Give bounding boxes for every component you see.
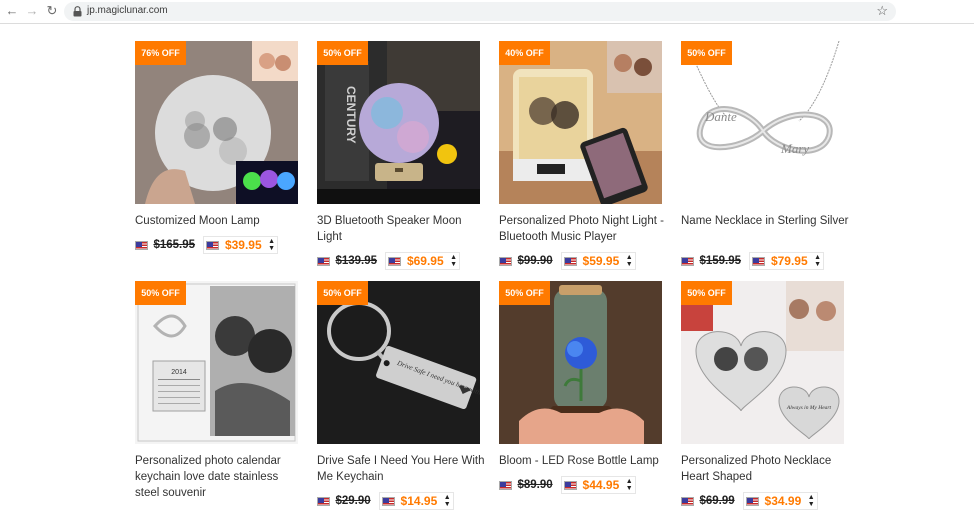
discount-badge: 50% OFF [499,281,550,305]
us-flag-icon [564,256,578,266]
product-title[interactable]: Customized Moon Lamp [135,213,305,229]
address-bar[interactable]: jp.magiclunar.com ☆ [64,2,896,21]
currency-selector[interactable]: $44.95 ▲ ▼ [561,476,636,494]
back-arrow-icon[interactable]: ← [4,3,20,19]
url-text: jp.magiclunar.com [87,5,168,16]
price-row: $29.90 $14.95 ▲ ▼ [317,492,487,510]
reload-icon[interactable]: ↻ [44,3,60,19]
rose-bottle-lamp-photo [499,281,662,444]
product-title[interactable]: Personalized photo calendar keychain lov… [135,453,305,501]
currency-selector[interactable]: $34.99 ▲ ▼ [743,492,818,510]
price-row: $165.95 $39.95 ▲ ▼ [135,236,305,254]
product-image[interactable]: Always in My Heart [681,281,844,444]
forward-arrow-icon[interactable]: → [24,3,40,19]
price-row: $159.95 $79.95 ▲ ▼ [681,252,851,270]
product-image[interactable]: Dante Mary [681,41,844,204]
us-flag-icon [382,496,396,506]
currency-selector[interactable]: $39.95 ▲ ▼ [203,236,279,254]
sale-price: $34.99 [764,494,802,508]
engraved-text: Always in My Heart [786,405,832,411]
original-price: $139.95 [335,255,378,267]
us-flag-icon [388,256,402,266]
product-title[interactable]: Drive Safe I Need You Here With Me Keych… [317,453,487,485]
us-flag-icon [752,256,766,266]
sort-arrows-icon: ▲ ▼ [807,494,815,508]
sale-price: $69.95 [406,254,444,268]
svg-text:Dante: Dante [704,109,737,124]
us-flag-icon [317,256,330,266]
original-price: $89.90 [517,479,553,491]
sort-arrows-icon: ▲ ▼ [625,478,633,492]
sort-arrows-icon: ▲ ▼ [450,254,458,268]
discount-badge: 50% OFF [317,41,368,65]
us-flag-icon [499,480,512,490]
sale-price: $39.95 [224,238,262,252]
product-title[interactable]: 3D Bluetooth Speaker Moon Light [317,213,487,245]
sale-price: $59.95 [582,254,620,268]
moon-lamp-photo [135,41,298,204]
drive-safe-keychain-photo: Drive Safe I need you here with me [317,281,480,444]
product-image[interactable] [499,41,662,204]
sale-price: $14.95 [400,494,438,508]
book-spine-text: CENTURY [344,86,358,144]
price-row: $139.95 $69.95 ▲ ▼ [317,252,487,270]
sale-price: $79.95 [770,254,808,268]
speaker-moon-photo: CENTURY [317,41,480,204]
product-title[interactable]: Bloom - LED Rose Bottle Lamp [499,453,669,469]
sort-arrows-icon: ▲ ▼ [625,254,633,268]
product-title[interactable]: Personalized Photo Night Light - Bluetoo… [499,213,669,245]
currency-selector[interactable]: $69.95 ▲ ▼ [385,252,461,270]
discount-badge: 76% OFF [135,41,186,65]
product-image[interactable]: CENTURY [317,41,480,204]
product-image[interactable]: 2014 [135,281,298,444]
calendar-year-text: 2014 [171,369,187,376]
original-price: $159.95 [699,255,742,267]
product-image[interactable] [499,281,662,444]
sort-arrows-icon: ▲ ▼ [268,238,276,252]
original-price: $69.99 [699,495,735,507]
sale-price: $44.95 [582,478,620,492]
discount-badge: 50% OFF [681,41,732,65]
original-price: $99.90 [517,255,553,267]
us-flag-icon [746,496,760,506]
heart-necklace-photo: Always in My Heart [681,281,844,444]
original-price: $165.95 [153,239,196,251]
us-flag-icon [206,240,220,250]
discount-badge: 50% OFF [135,281,186,305]
lock-icon [73,6,82,17]
discount-badge: 40% OFF [499,41,550,65]
original-price: $29.90 [335,495,371,507]
price-row: $99.90 $59.95 ▲ ▼ [499,252,669,270]
price-row: $69.99 $34.99 ▲ ▼ [681,492,851,510]
us-flag-icon [564,480,578,490]
browser-toolbar: ← → ↻ jp.magiclunar.com ☆ [0,0,974,24]
us-flag-icon [135,240,148,250]
night-light-photo [499,41,662,204]
currency-selector[interactable]: $14.95 ▲ ▼ [379,492,454,510]
us-flag-icon [499,256,512,266]
name-necklace-photo: Dante Mary [681,41,844,204]
product-grid: 76% OFF Customized Moon Lamp $165.95 $39… [0,24,974,510]
calendar-keychain-photo: 2014 [135,281,298,444]
price-row: $89.90 $44.95 ▲ ▼ [499,476,669,494]
us-flag-icon [681,496,694,506]
product-title[interactable]: Personalized Photo Necklace Heart Shaped [681,453,851,485]
us-flag-icon [317,496,330,506]
svg-text:Mary: Mary [780,141,809,156]
sort-arrows-icon: ▲ ▼ [443,494,451,508]
sort-arrows-icon: ▲ ▼ [814,254,822,268]
currency-selector[interactable]: $79.95 ▲ ▼ [749,252,825,270]
us-flag-icon [681,256,694,266]
discount-badge: 50% OFF [317,281,368,305]
product-title[interactable]: Name Necklace in Sterling Silver [681,213,851,229]
discount-badge: 50% OFF [681,281,732,305]
product-image[interactable] [135,41,298,204]
bookmark-star-icon[interactable]: ☆ [876,3,888,19]
currency-selector[interactable]: $59.95 ▲ ▼ [561,252,636,270]
product-image[interactable]: Drive Safe I need you here with me [317,281,480,444]
